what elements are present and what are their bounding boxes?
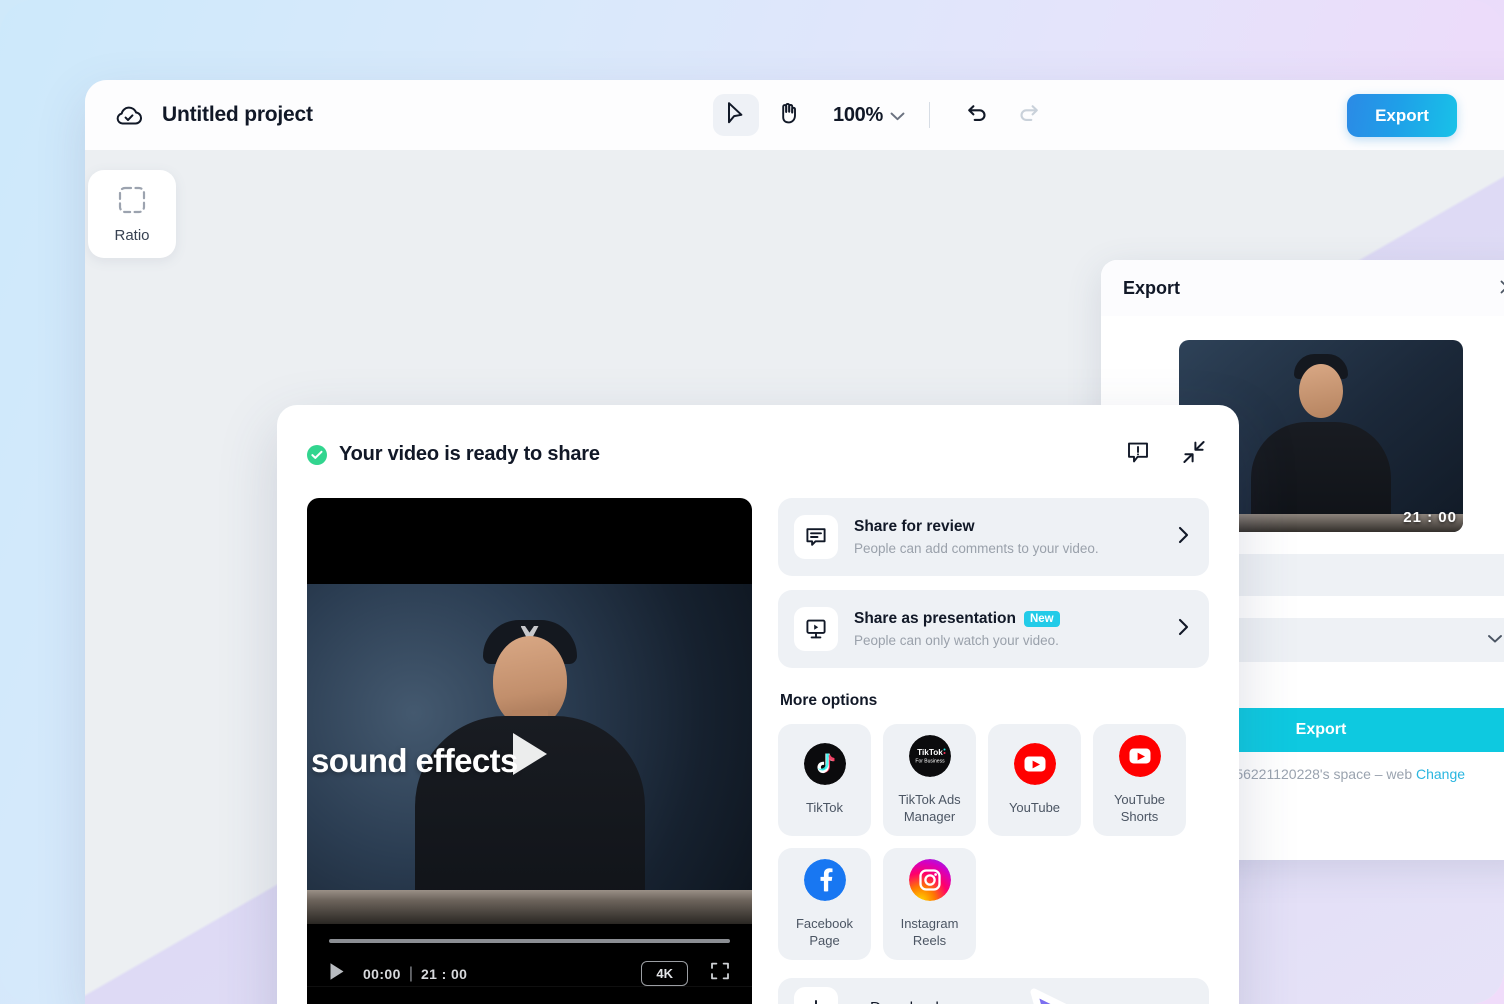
share-row-texts: Share for review People can add comments… (854, 518, 1168, 556)
play-icon[interactable] (329, 962, 345, 986)
quality-badge[interactable]: 4K (641, 961, 688, 986)
facebook-icon (803, 859, 846, 906)
youtube-icon (1013, 743, 1056, 790)
hand-tool-button[interactable] (765, 94, 811, 136)
svg-text:For Business: For Business (915, 759, 945, 765)
app-window: Untitled project 100% Export Ratio Expor… (85, 80, 1504, 1004)
share-modal-title: Your video is ready to share (339, 443, 600, 465)
tiktok-ads-manager-icon: TikTok For Business (908, 735, 951, 782)
export-thumbnail-duration: 21 : 00 (1403, 509, 1457, 526)
platform-tile-label: TikTok (805, 800, 844, 816)
share-row-title: Share for review (854, 518, 975, 535)
feedback-bubble-icon[interactable] (1125, 439, 1151, 470)
player-right-controls: 4K (641, 961, 730, 986)
export-button-header[interactable]: Export (1347, 94, 1457, 137)
platform-tile-tiktok[interactable]: TikTok (778, 724, 871, 836)
sidebar-item-label: Ratio (114, 226, 150, 244)
undo-button[interactable] (954, 94, 1000, 136)
close-icon[interactable] (1497, 277, 1504, 299)
platform-tile-label: Facebook Page (795, 916, 854, 948)
status-badge: New (1023, 611, 1060, 627)
select-tool-button[interactable] (713, 94, 759, 136)
scrubber[interactable] (329, 939, 730, 943)
share-row-subtitle: People can add comments to your video. (854, 541, 1099, 556)
change-destination-link[interactable]: Change (1416, 766, 1465, 782)
download-row[interactable]: Download (778, 978, 1209, 1004)
canvas-area: Ratio Export 21: 00 Export to user73562… (85, 150, 1504, 1004)
platform-tile-label: Instagram Reels (900, 916, 959, 948)
sidebar-item-ratio[interactable]: Ratio (88, 170, 176, 258)
platform-tile-label: TikTok Ads Manager (898, 792, 961, 824)
time-separator: | (408, 964, 413, 982)
comment-bubble-icon (794, 515, 838, 559)
share-row-title-group: Share for review (854, 518, 1168, 536)
player-control-row: 00:00 | 21 : 00 4K (329, 961, 730, 986)
dashed-square-icon (117, 185, 147, 220)
chevron-right-icon (1178, 526, 1189, 549)
check-circle-icon (307, 444, 327, 465)
page-title: Untitled project (162, 103, 313, 126)
cursor-arrow-icon (725, 101, 747, 130)
export-panel-header: Export (1101, 260, 1504, 316)
share-modal: Your video is ready to share sound effec… (277, 405, 1239, 1004)
presentation-screen-icon (794, 607, 838, 651)
export-panel-title: Export (1123, 277, 1181, 298)
tiktok-icon (803, 743, 846, 790)
cloud-check-icon (113, 99, 145, 131)
zoom-level-value: 100% (833, 103, 883, 126)
youtube-shorts-icon (1118, 735, 1161, 782)
zoom-level-control[interactable]: 100% (833, 104, 905, 127)
share-for-review-row[interactable]: Share for review People can add comments… (778, 498, 1209, 576)
video-metadata: Filename: Untitled.m... Format: MP4 Reso… (307, 986, 752, 1004)
redo-button[interactable] (1006, 94, 1052, 136)
undo-icon (965, 102, 989, 129)
share-modal-columns: sound effects 00:00 | 21 : 00 4K Share f… (307, 498, 1209, 1004)
toolbar-divider (928, 102, 930, 128)
platform-tile-tiktok-ads-manager[interactable]: TikTok For Business TikTok Ads Manager (883, 724, 976, 836)
more-options-heading: More options (780, 692, 878, 709)
share-as-presentation-row[interactable]: Share as presentation New People can onl… (778, 590, 1209, 668)
platform-tile-youtube-shorts[interactable]: YouTube Shorts (1093, 724, 1186, 836)
instagram-icon (908, 859, 951, 906)
redo-icon (1017, 102, 1041, 129)
share-modal-header-actions (1125, 439, 1207, 470)
top-bar-left: Untitled project (85, 99, 313, 131)
hand-icon (777, 101, 799, 130)
share-modal-title-group: Your video is ready to share (307, 443, 600, 466)
platform-tile-youtube[interactable]: YouTube (988, 724, 1081, 836)
platform-tile-label: YouTube Shorts (1113, 792, 1166, 824)
svg-text:TikTok: TikTok (917, 748, 943, 757)
chevron-right-icon (1178, 618, 1189, 641)
share-modal-header: Your video is ready to share (307, 435, 1209, 470)
share-row-texts: Share as presentation New People can onl… (854, 610, 1168, 648)
video-player: sound effects 00:00 | 21 : 00 4K (307, 498, 752, 1004)
player-controls: 00:00 | 21 : 00 4K (307, 939, 752, 986)
toolbar: 100% (713, 80, 1052, 150)
platform-tile-label: YouTube (1008, 800, 1061, 816)
download-label: Download (870, 1000, 939, 1004)
share-row-subtitle: People can only watch your video. (854, 633, 1059, 648)
minimize-arrows-icon[interactable] (1181, 439, 1207, 470)
total-time: 21 : 00 (420, 965, 468, 982)
current-time: 00:00 (363, 965, 401, 982)
play-icon[interactable] (512, 733, 547, 775)
chevron-down-icon (890, 104, 905, 127)
share-row-title-group: Share as presentation New (854, 610, 1168, 628)
share-options-column: Share for review People can add comments… (778, 498, 1209, 1004)
platform-tile-facebook-page[interactable]: Facebook Page (778, 848, 871, 960)
subject-desk (307, 890, 752, 924)
chevron-down-icon (1487, 631, 1503, 649)
platform-tile-instagram-reels[interactable]: Instagram Reels (883, 848, 976, 960)
fullscreen-icon[interactable] (710, 961, 730, 986)
download-icon (794, 987, 838, 1004)
platform-tile-grid: TikTok TikTok For Business TikTok Ads Ma… (778, 724, 1209, 960)
page-background: Untitled project 100% Export Ratio Expor… (0, 0, 1504, 1004)
top-bar: Untitled project 100% Export (85, 80, 1504, 150)
share-row-title: Share as presentation (854, 610, 1016, 627)
